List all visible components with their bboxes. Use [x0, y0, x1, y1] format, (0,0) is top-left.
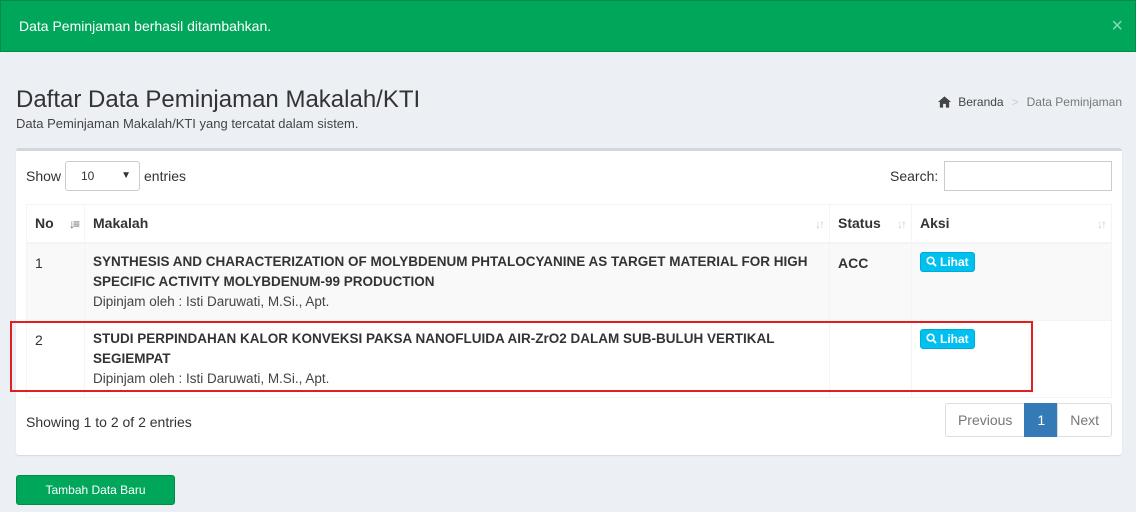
table-header-row: No ↓≡ Makalah ↓↑ Status ↓↑ Aksi ↓↑	[26, 204, 1112, 244]
pagination-previous-button[interactable]: Previous	[944, 403, 1026, 437]
pagination-page-1[interactable]: 1	[1024, 403, 1059, 437]
breadcrumb-current: Data Peminjaman	[1026, 95, 1122, 109]
pagination: Previous 1 Next	[944, 403, 1112, 437]
entries-select[interactable]: 10 ▼	[65, 161, 140, 191]
cell-makalah: STUDI PERPINDAHAN KALOR KONVEKSI PAKSA N…	[84, 319, 830, 398]
success-alert: Data Peminjaman berhasil ditambahkan. ×	[0, 0, 1136, 52]
entries-select-value: 10	[81, 169, 95, 183]
breadcrumb: Beranda > Data Peminjaman	[938, 95, 1122, 109]
caret-down-icon: ▼	[121, 170, 131, 181]
cell-aksi: Lihat	[911, 319, 1112, 398]
borrower-text: Dipinjam oleh : Isti Daruwati, M.Si., Ap…	[93, 293, 330, 309]
home-icon	[938, 96, 952, 108]
show-label: Show	[26, 168, 62, 184]
column-header-aksi[interactable]: Aksi ↓↑	[911, 204, 1112, 244]
cell-no: 2	[26, 319, 85, 398]
sort-icon: ↓↑	[1097, 217, 1107, 231]
data-table-box: Show 10 ▼ entries Search: No ↓≡ Makalah …	[16, 148, 1122, 455]
borrowing-table: No ↓≡ Makalah ↓↑ Status ↓↑ Aksi ↓↑ 1 SYN…	[26, 204, 1112, 398]
cell-no: 1	[26, 242, 85, 321]
pagination-next-button[interactable]: Next	[1057, 403, 1112, 437]
cell-status	[829, 319, 912, 398]
view-button[interactable]: Lihat	[920, 328, 975, 349]
table-row: 1 SYNTHESIS AND CHARACTERIZATION OF MOLY…	[26, 242, 1112, 321]
cell-makalah: SYNTHESIS AND CHARACTERIZATION OF MOLYBD…	[84, 242, 830, 321]
table-info: Showing 1 to 2 of 2 entries	[26, 414, 192, 430]
status-badge: ACC	[838, 254, 869, 271]
page-subtitle: Data Peminjaman Makalah/KTI yang tercata…	[16, 116, 359, 131]
breadcrumb-separator: >	[1011, 95, 1019, 109]
cell-status: ACC	[829, 242, 912, 321]
sort-icon: ↓↑	[815, 217, 825, 231]
column-header-no[interactable]: No ↓≡	[26, 204, 85, 244]
borrower-text: Dipinjam oleh : Isti Daruwati, M.Si., Ap…	[93, 370, 330, 386]
search-icon	[926, 256, 937, 267]
page-title: Daftar Data Peminjaman Makalah/KTI	[16, 86, 421, 113]
column-header-status[interactable]: Status ↓↑	[829, 204, 912, 244]
search-icon	[926, 333, 937, 344]
view-button-label: Lihat	[940, 331, 969, 346]
add-new-data-button[interactable]: Tambah Data Baru	[16, 475, 175, 505]
breadcrumb-home-link[interactable]: Beranda	[958, 95, 1003, 109]
view-button[interactable]: Lihat	[920, 251, 975, 272]
cell-aksi: Lihat	[911, 242, 1112, 321]
close-icon[interactable]: ×	[1111, 16, 1123, 36]
sort-icon: ↓↑	[897, 217, 907, 231]
makalah-title: STUDI PERPINDAHAN KALOR KONVEKSI PAKSA N…	[93, 330, 775, 366]
alert-message: Data Peminjaman berhasil ditambahkan.	[19, 18, 272, 34]
column-header-makalah[interactable]: Makalah ↓↑	[84, 204, 830, 244]
sort-asc-icon: ↓≡	[68, 217, 80, 231]
entries-label: entries	[144, 168, 187, 184]
search-input[interactable]	[944, 161, 1112, 191]
table-row: 2 STUDI PERPINDAHAN KALOR KONVEKSI PAKSA…	[26, 319, 1112, 398]
makalah-title: SYNTHESIS AND CHARACTERIZATION OF MOLYBD…	[93, 253, 808, 289]
search-label: Search:	[890, 168, 939, 184]
view-button-label: Lihat	[940, 254, 969, 269]
